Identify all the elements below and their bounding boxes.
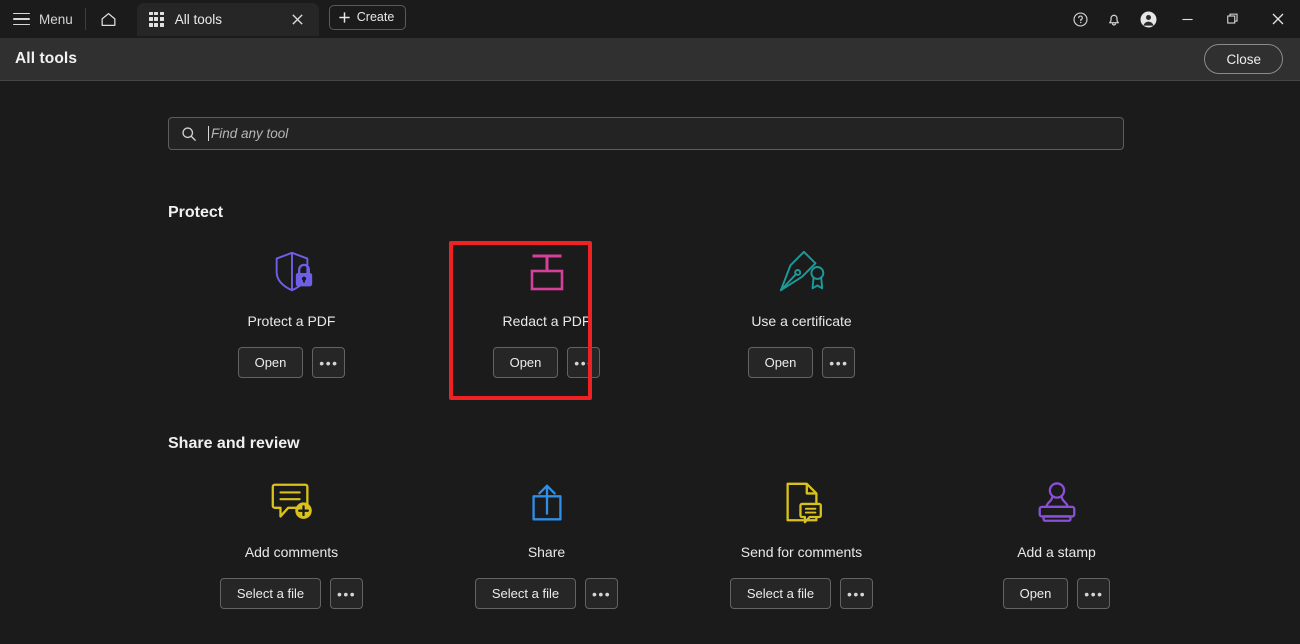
tool-card-label: Protect a PDF bbox=[247, 313, 336, 329]
bell-icon bbox=[1109, 14, 1119, 26]
certificate-pen-icon bbox=[775, 248, 829, 296]
titlebar-divider bbox=[84, 8, 86, 30]
tool-card-label: Redact a PDF bbox=[502, 313, 591, 329]
create-button[interactable]: Create bbox=[328, 4, 407, 30]
tool-card-actions: Open ••• bbox=[1002, 578, 1111, 609]
open-button[interactable]: Open bbox=[237, 347, 304, 378]
more-options-button[interactable]: ••• bbox=[567, 347, 601, 378]
search-field[interactable]: Find any tool bbox=[168, 117, 1124, 150]
notifications-button[interactable] bbox=[1097, 0, 1131, 38]
tool-card-label: Send for comments bbox=[740, 544, 863, 560]
tool-card-actions: Select a file ••• bbox=[219, 578, 364, 609]
tool-card-use-a-certificate[interactable]: Use a certificate Open ••• bbox=[674, 222, 929, 378]
menu-button[interactable]: Menu bbox=[11, 0, 83, 38]
document-comment-icon bbox=[779, 479, 825, 527]
page-title: All tools bbox=[15, 50, 78, 67]
help-circle-icon bbox=[1072, 11, 1088, 27]
tool-card-protect-a-pdf[interactable]: Protect a PDF Open ••• bbox=[164, 222, 419, 378]
search-icon bbox=[181, 126, 197, 142]
tool-card-label: Add a stamp bbox=[1017, 544, 1096, 560]
account-avatar-icon bbox=[1140, 11, 1156, 27]
redact-marker-icon bbox=[523, 248, 571, 296]
home-button[interactable] bbox=[90, 0, 128, 38]
section-cards-share-and-review: Add comments Select a file ••• Share Sel… bbox=[168, 453, 1260, 609]
tool-card-redact-a-pdf[interactable]: Redact a PDF Open ••• bbox=[419, 222, 674, 378]
tab-close-icon[interactable] bbox=[287, 8, 309, 30]
more-options-button[interactable]: ••• bbox=[822, 347, 856, 378]
minimize-icon bbox=[1182, 18, 1193, 20]
all-tools-panel: Find any tool Protect Protect a PDF Open… bbox=[0, 81, 1300, 644]
page-header: All tools Close bbox=[0, 38, 1300, 81]
close-button[interactable]: Close bbox=[1204, 44, 1283, 74]
tool-card-add-comments[interactable]: Add comments Select a file ••• bbox=[164, 453, 419, 609]
more-options-button[interactable]: ••• bbox=[840, 578, 874, 609]
more-options-button[interactable]: ••• bbox=[330, 578, 364, 609]
share-upload-icon bbox=[524, 479, 570, 527]
tool-card-send-for-comments[interactable]: Send for comments Select a file ••• bbox=[674, 453, 929, 609]
window-title-bar: Menu All tools Create bbox=[0, 0, 1300, 38]
grid-icon bbox=[148, 11, 164, 27]
tool-card-actions: Open ••• bbox=[747, 347, 856, 378]
plus-icon bbox=[339, 11, 350, 23]
select-a-file-button[interactable]: Select a file bbox=[474, 578, 577, 609]
close-window-button[interactable] bbox=[1255, 0, 1300, 38]
titlebar-left-group: Menu All tools Create bbox=[0, 0, 407, 38]
tool-card-label: Use a certificate bbox=[751, 313, 852, 329]
more-options-button[interactable]: ••• bbox=[312, 347, 346, 378]
tool-card-add-a-stamp[interactable]: Add a stamp Open ••• bbox=[929, 453, 1184, 609]
section-title-protect: Protect bbox=[168, 204, 224, 221]
text-caret bbox=[208, 126, 209, 141]
tool-card-label: Add comments bbox=[244, 544, 339, 560]
restore-button[interactable] bbox=[1210, 0, 1255, 38]
open-button[interactable]: Open bbox=[747, 347, 814, 378]
search-placeholder: Find any tool bbox=[211, 126, 289, 141]
more-options-button[interactable]: ••• bbox=[585, 578, 619, 609]
tab-label: All tools bbox=[174, 11, 223, 27]
select-a-file-button[interactable]: Select a file bbox=[219, 578, 322, 609]
hamburger-icon bbox=[13, 12, 30, 26]
tool-card-actions: Select a file ••• bbox=[729, 578, 874, 609]
open-button[interactable]: Open bbox=[492, 347, 559, 378]
tool-card-label: Share bbox=[527, 544, 566, 560]
stamp-icon bbox=[1031, 479, 1083, 527]
help-button[interactable] bbox=[1063, 0, 1097, 38]
minimize-button[interactable] bbox=[1165, 0, 1210, 38]
select-a-file-button[interactable]: Select a file bbox=[729, 578, 832, 609]
menu-button-label: Menu bbox=[39, 11, 73, 27]
home-icon bbox=[101, 12, 116, 26]
titlebar-right-group bbox=[1063, 0, 1300, 38]
tool-card-share[interactable]: Share Select a file ••• bbox=[419, 453, 674, 609]
comment-add-icon bbox=[267, 479, 317, 527]
section-title-share-and-review: Share and review bbox=[168, 435, 300, 452]
open-button[interactable]: Open bbox=[1002, 578, 1069, 609]
shield-lock-icon bbox=[267, 248, 317, 296]
tool-card-actions: Open ••• bbox=[492, 347, 601, 378]
tool-card-actions: Select a file ••• bbox=[474, 578, 619, 609]
close-window-icon bbox=[1272, 13, 1283, 25]
section-cards-protect: Protect a PDF Open ••• Redact a PDF Open bbox=[168, 222, 1260, 378]
tab-all-tools[interactable]: All tools bbox=[136, 2, 319, 36]
account-button[interactable] bbox=[1131, 0, 1165, 38]
tool-card-actions: Open ••• bbox=[237, 347, 346, 378]
create-button-label: Create bbox=[356, 10, 395, 24]
more-options-button[interactable]: ••• bbox=[1077, 578, 1111, 609]
restore-window-icon bbox=[1226, 13, 1238, 24]
